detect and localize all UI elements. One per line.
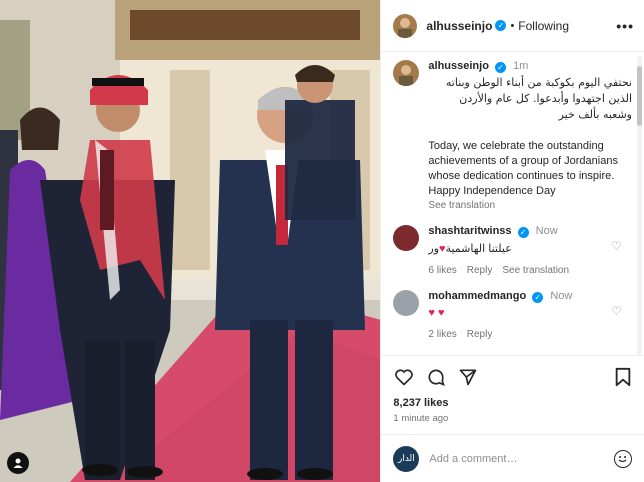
tagged-users-button[interactable]	[7, 452, 29, 474]
caption-username[interactable]: alhusseinjo	[428, 60, 489, 72]
comment-time: Now	[535, 225, 558, 237]
comments-scroll-area[interactable]: alhusseinjo ✓ 1m نحتفي اليوم بكوكبة من أ…	[381, 52, 644, 355]
caption-english-text: Today, we celebrate the outstanding achi…	[428, 140, 618, 197]
commenter-username[interactable]: mohammedmango	[428, 290, 526, 302]
comment-bubble-icon[interactable]	[425, 366, 447, 388]
comment-text: عيلتنا الهاشمية♥ور	[428, 242, 632, 255]
post-caption: alhusseinjo ✓ 1m نحتفي اليوم بكوكبة من أ…	[393, 60, 632, 211]
current-user-avatar: الدار	[393, 445, 420, 472]
caption-arabic-text: نحتفي اليوم بكوكبة من أبناء الوطن وبناته…	[428, 75, 632, 123]
add-comment-bar: الدار Add a comment…	[381, 434, 644, 482]
author-username[interactable]: alhusseinjo	[426, 19, 492, 33]
post-header: alhusseinjo ✓ • Following •••	[381, 0, 644, 52]
comment-text-suffix: ور	[428, 243, 440, 255]
comment-likes[interactable]: 2 likes	[428, 329, 456, 340]
comment-item: mohammedmango ✓ Now ♥ ♥ 2 likes Reply ♡	[393, 290, 632, 340]
more-options-icon[interactable]: •••	[616, 18, 634, 34]
caption-time: 1m	[513, 60, 529, 72]
comment-text: ♥ ♥	[428, 307, 445, 319]
verified-badge-icon: ✓	[532, 292, 544, 303]
scrollbar[interactable]	[637, 56, 642, 356]
verified-badge-icon: ✓	[495, 62, 506, 73]
comment-item: shashtaritwinss ✓ Now عيلتنا الهاشمية♥ور…	[393, 225, 632, 276]
comment-likes[interactable]: 6 likes	[428, 265, 456, 276]
author-avatar[interactable]	[393, 13, 418, 38]
photo-illustration	[0, 0, 381, 482]
comment-text-body: عيلتنا الهاشمية	[445, 243, 512, 255]
reply-button[interactable]: Reply	[467, 265, 493, 276]
see-translation-link[interactable]: See translation	[502, 265, 569, 276]
scrollbar-thumb[interactable]	[637, 66, 642, 126]
caption-arabic-line: نحتفي اليوم بكوكبة من أبناء الوطن وبناته	[445, 76, 632, 89]
post-time-ago: 1 minute ago	[393, 413, 449, 424]
share-send-icon[interactable]	[457, 366, 479, 388]
commenter-avatar[interactable]	[393, 290, 420, 316]
emoji-picker-icon[interactable]	[614, 449, 632, 468]
reply-button[interactable]: Reply	[467, 329, 493, 340]
commenter-avatar[interactable]	[393, 225, 420, 251]
following-button[interactable]: Following	[518, 19, 569, 33]
like-comment-heart-icon[interactable]: ♡	[611, 239, 622, 253]
post-side-panel: alhusseinjo ✓ • Following ••• alhusseinj…	[380, 0, 644, 482]
verified-badge-icon: ✓	[517, 227, 529, 238]
like-heart-icon[interactable]	[393, 366, 415, 388]
comment-time: Now	[550, 290, 573, 302]
commenter-username[interactable]: shashtaritwinss	[428, 225, 511, 237]
likes-count[interactable]: 8,237 likes	[381, 397, 644, 409]
comment-input[interactable]: Add a comment…	[429, 453, 604, 465]
separator-dot: •	[510, 19, 515, 32]
person-icon	[13, 458, 23, 468]
post-actions	[381, 355, 644, 397]
see-translation-link[interactable]: See translation	[428, 200, 632, 211]
like-comment-heart-icon[interactable]: ♡	[611, 304, 622, 318]
save-bookmark-icon[interactable]	[612, 366, 634, 388]
caption-avatar[interactable]	[393, 60, 420, 86]
instagram-post: alhusseinjo ✓ • Following ••• alhusseinj…	[0, 0, 644, 482]
verified-badge-icon: ✓	[495, 20, 507, 31]
caption-arabic-line: وشعبه بألف خير	[558, 108, 632, 121]
post-photo[interactable]	[0, 0, 381, 482]
caption-arabic-line: الذين اجتهدوا وأبدعوا. كل عام والأردن	[459, 92, 632, 105]
